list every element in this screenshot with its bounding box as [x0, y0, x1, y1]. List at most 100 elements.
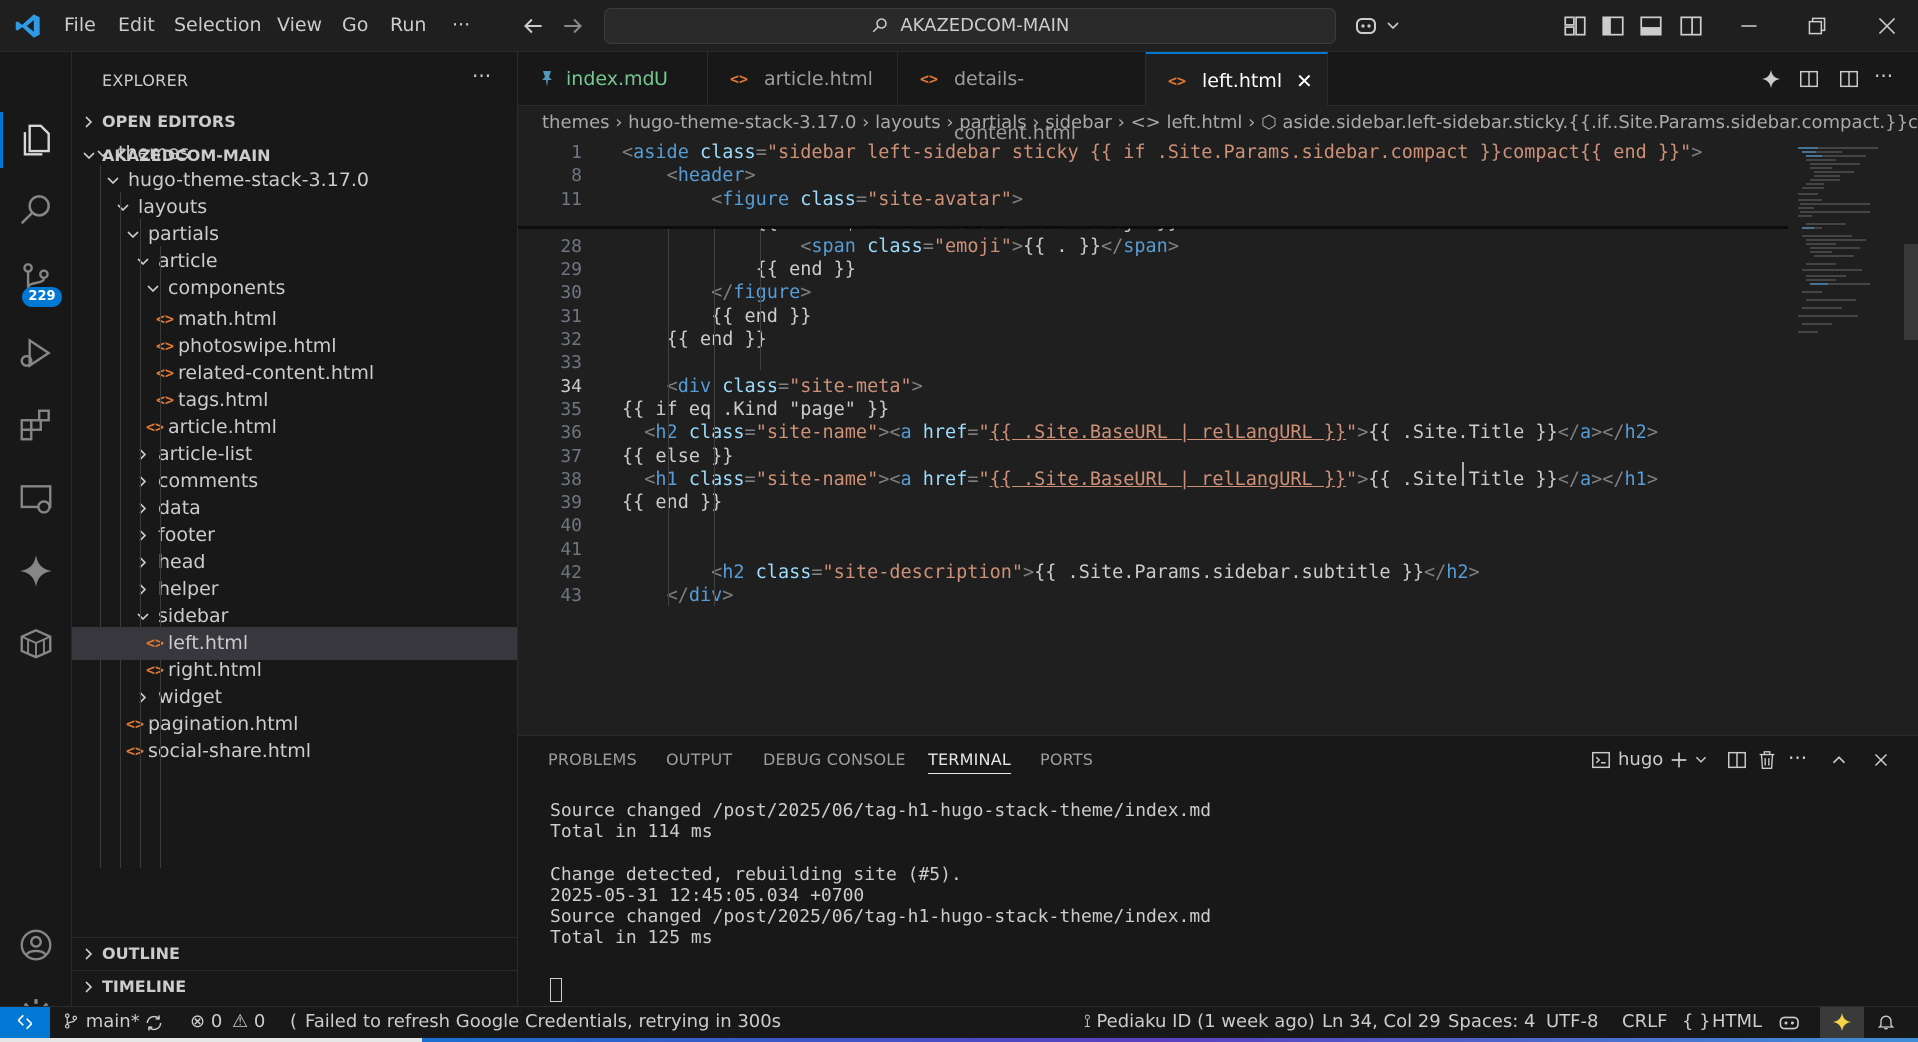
gemini-status-button[interactable] — [1820, 1007, 1864, 1038]
open-changes-icon[interactable] — [1798, 68, 1820, 90]
minimap[interactable] — [1792, 140, 1902, 360]
gemini-sparkle-icon[interactable] — [1760, 68, 1782, 90]
chevron-right-icon — [85, 948, 93, 960]
breadcrumb[interactable]: themes › hugo-theme-stack-3.17.0 › layou… — [542, 106, 1918, 140]
panel-more-button[interactable]: ··· — [1788, 746, 1807, 770]
tree-item-label: social-share.html — [148, 740, 312, 762]
tab-output[interactable]: OUTPUT — [666, 750, 732, 769]
chevron-up-icon[interactable] — [1828, 749, 1850, 771]
menu-file[interactable]: File — [64, 14, 96, 36]
menu-run[interactable]: Run — [390, 14, 426, 36]
active-indicator — [0, 112, 3, 168]
remote-explorer-icon[interactable] — [17, 480, 55, 518]
encoding-status[interactable]: UTF-8 — [1546, 1007, 1598, 1037]
git-branch-icon — [64, 1013, 78, 1029]
explorer-title: EXPLORER — [102, 71, 189, 90]
explorer-icon[interactable] — [17, 121, 55, 159]
gemini-sparkle-icon — [1832, 1012, 1852, 1032]
untracked-badge: U — [654, 68, 668, 90]
tree-file[interactable]: <> social-share.html — [72, 735, 517, 768]
tab-index-md[interactable]: index.md U — [518, 52, 708, 106]
editor-scrollbar[interactable] — [1904, 244, 1918, 340]
copilot-icon[interactable] — [1354, 13, 1384, 39]
html-file-icon: <> — [1168, 72, 1187, 90]
editor-indent-guide — [668, 186, 669, 606]
sync-icon[interactable] — [144, 1013, 164, 1033]
chevron-down-icon[interactable] — [1386, 13, 1400, 39]
remote-indicator[interactable] — [0, 1007, 50, 1038]
terminal-line: Change detected, rebuilding site (#5). — [550, 863, 962, 885]
close-tab-button[interactable]: ✕ — [1296, 54, 1313, 108]
menu-selection[interactable]: Selection — [174, 14, 262, 36]
editor-more-button[interactable]: ··· — [1874, 64, 1893, 88]
tab-debug-console[interactable]: DEBUG CONSOLE — [763, 750, 906, 769]
sticky-line-number: 11 — [560, 188, 582, 210]
vscode-logo-icon[interactable] — [14, 12, 42, 40]
language-mode[interactable]: HTML — [1712, 1007, 1762, 1037]
gemini-sparkle-icon[interactable] — [17, 552, 55, 590]
indentation-status[interactable]: Spaces: 4 — [1448, 1007, 1535, 1037]
trash-icon[interactable] — [1756, 749, 1778, 771]
menu-edit[interactable]: Edit — [118, 14, 155, 36]
tab-terminal[interactable]: TERMINAL — [928, 750, 1011, 774]
restore-icon[interactable] — [1804, 13, 1830, 39]
toggle-primary-sidebar-icon[interactable] — [1600, 13, 1626, 39]
tab-details-content-html[interactable]: <> details-content.html — [898, 52, 1146, 144]
notification-message[interactable]: (Failed to refresh Google Credentials, r… — [290, 1007, 781, 1037]
split-editor-icon[interactable] — [1838, 68, 1860, 90]
explorer-more-button[interactable]: ··· — [472, 64, 491, 88]
close-window-icon[interactable] — [1874, 13, 1900, 39]
arrow-left-icon[interactable] — [520, 13, 546, 39]
timeline-section[interactable]: TIMELINE — [72, 970, 517, 1002]
sticky-code-line[interactable]: <figure class="site-avatar"> — [622, 186, 1023, 214]
menu-view[interactable]: View — [277, 14, 322, 36]
menu-go[interactable]: Go — [342, 14, 368, 36]
markdown-pin-icon — [542, 71, 552, 87]
workspace-name: AKAZEDCOM-MAIN — [900, 15, 1070, 36]
minimize-icon[interactable] — [1736, 13, 1762, 39]
search-view-icon[interactable] — [17, 190, 55, 228]
copilot-status-icon[interactable] — [1778, 1012, 1802, 1034]
terminal-line: Total in 114 ms — [550, 821, 713, 843]
language-braces-icon: { } — [1682, 1011, 1711, 1032]
bottom-panel: PROBLEMS OUTPUT DEBUG CONSOLE TERMINAL P… — [518, 735, 1918, 1006]
chevron-down-icon[interactable] — [1694, 749, 1708, 771]
extensions-icon[interactable] — [17, 406, 55, 444]
customize-layout-icon[interactable] — [1562, 13, 1588, 39]
commit-icon: ⟟ — [1084, 1011, 1091, 1032]
tab-article-html[interactable]: <> article.html — [708, 52, 898, 106]
bell-icon[interactable] — [1876, 1012, 1896, 1032]
indent-guide — [120, 192, 121, 868]
tree-folder[interactable]: components — [72, 272, 517, 305]
eol-status[interactable]: CRLF — [1622, 1007, 1667, 1037]
plus-icon[interactable] — [1668, 749, 1690, 771]
branch-status[interactable]: main* — [62, 1007, 140, 1037]
package-icon[interactable] — [17, 624, 55, 662]
menu-more[interactable]: ··· — [452, 14, 470, 36]
split-terminal-icon[interactable] — [1726, 749, 1748, 771]
cursor-position[interactable]: Ln 34, Col 29 — [1322, 1007, 1441, 1037]
close-panel-icon[interactable] — [1870, 749, 1892, 771]
code-line: <h1 class="site-name"><a href="{{ .Site.… — [644, 468, 1658, 490]
toggle-panel-icon[interactable] — [1638, 13, 1664, 39]
indent-guide — [160, 246, 161, 868]
accounts-icon[interactable] — [17, 926, 55, 964]
git-blame-status[interactable]: ⟟ Pediaku ID (1 week ago) — [1084, 1007, 1315, 1037]
code-editor[interactable]: 26 </a>27 {{ with $.Site.Params.sidebar.… — [518, 140, 1918, 735]
toggle-secondary-sidebar-icon[interactable] — [1678, 13, 1704, 39]
tab-problems[interactable]: PROBLEMS — [548, 750, 637, 769]
editor-tab-bar: index.md U <> article.html <> details-co… — [518, 52, 1918, 144]
code-line: <h2 class="site-description">{{ .Site.Pa… — [711, 562, 1480, 584]
arrow-right-icon[interactable] — [560, 13, 586, 39]
sticky-code-line[interactable]: <aside class="sidebar left-sidebar stick… — [622, 140, 1702, 167]
command-center-search[interactable]: AKAZEDCOM-MAIN — [604, 8, 1336, 44]
problems-status[interactable]: ⊗ 0 ⚠ 0 — [190, 1007, 265, 1037]
run-debug-icon[interactable] — [17, 334, 55, 372]
line-number: 43 — [560, 585, 582, 607]
open-editors-section[interactable]: OPEN EDITORS — [72, 106, 517, 138]
editor-indent-guide — [714, 186, 715, 606]
terminal-name[interactable]: hugo — [1618, 749, 1663, 770]
outline-section[interactable]: OUTLINE — [72, 937, 517, 969]
tab-left-html[interactable]: <> left.html ✕ — [1146, 52, 1328, 106]
tab-ports[interactable]: PORTS — [1040, 750, 1093, 769]
